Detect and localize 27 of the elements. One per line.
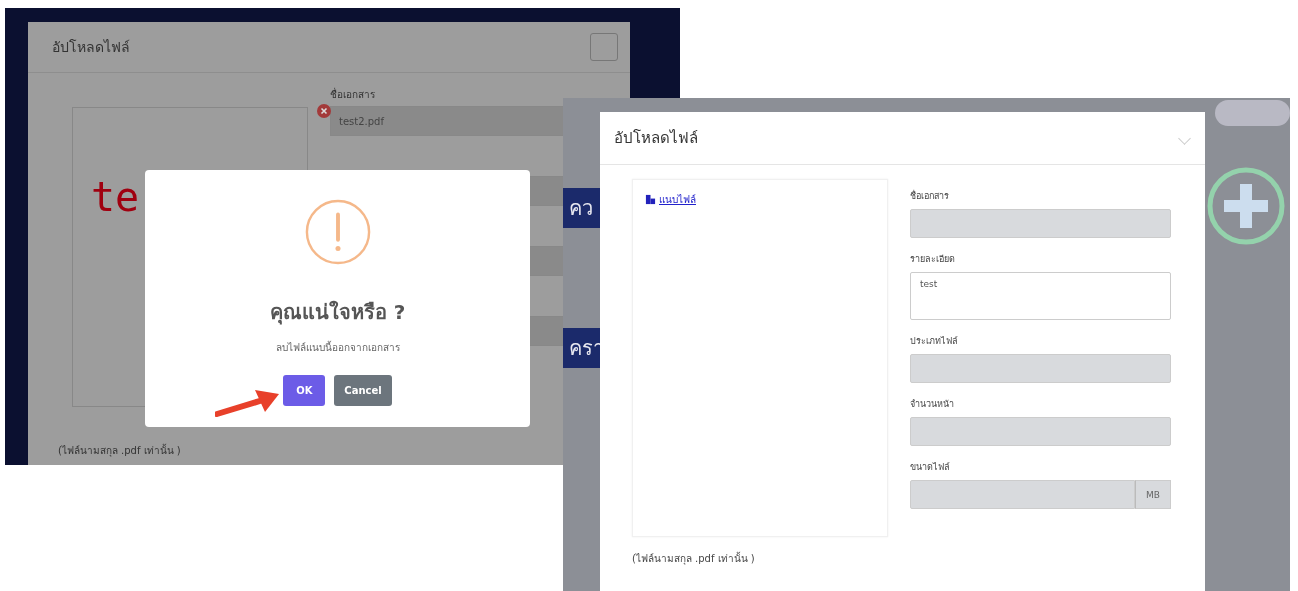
cancel-button[interactable]: Cancel [334, 375, 392, 406]
pointer-arrow [215, 388, 281, 418]
file-note: (ไฟล์นามสกุล .pdf เท่านั้น ) [632, 551, 756, 566]
input-field[interactable] [910, 354, 1171, 383]
input-field[interactable] [910, 417, 1171, 446]
unit-label: MB [1135, 480, 1171, 509]
text-area[interactable]: test [910, 272, 1171, 320]
attach-file-link[interactable]: แนบไฟล์ [645, 192, 696, 207]
input-field[interactable] [910, 480, 1135, 509]
preview-text: te [91, 174, 140, 220]
field-label: จำนวนหน้า [910, 398, 955, 411]
input-field[interactable] [910, 209, 1171, 238]
field-label: ประเภทไฟล์ [910, 335, 959, 348]
dialog-message: ลบไฟล์แนบนี้ออกจากเอกสาร [275, 340, 400, 355]
dialog-title: คุณแน่ใจหรือ ? [269, 299, 406, 327]
field-label: ชื่อเอกสาร [330, 87, 376, 102]
remove-icon[interactable] [317, 104, 331, 118]
field-label: ชื่อเอกสาร [910, 189, 950, 203]
field-label: รายละเอียด [910, 253, 956, 266]
field-label: ขนาดไฟล์ [910, 461, 951, 474]
close-button[interactable] [590, 33, 618, 61]
warning-icon [303, 198, 372, 266]
modal-title: อัปโหลดไฟล์ [52, 38, 130, 57]
file-note: (ไฟล์นามสกุล .pdf เท่านั้น ) [58, 443, 182, 458]
plus-circle-icon [1206, 166, 1286, 246]
file-icon [645, 194, 656, 205]
ok-button[interactable]: OK [283, 375, 326, 406]
